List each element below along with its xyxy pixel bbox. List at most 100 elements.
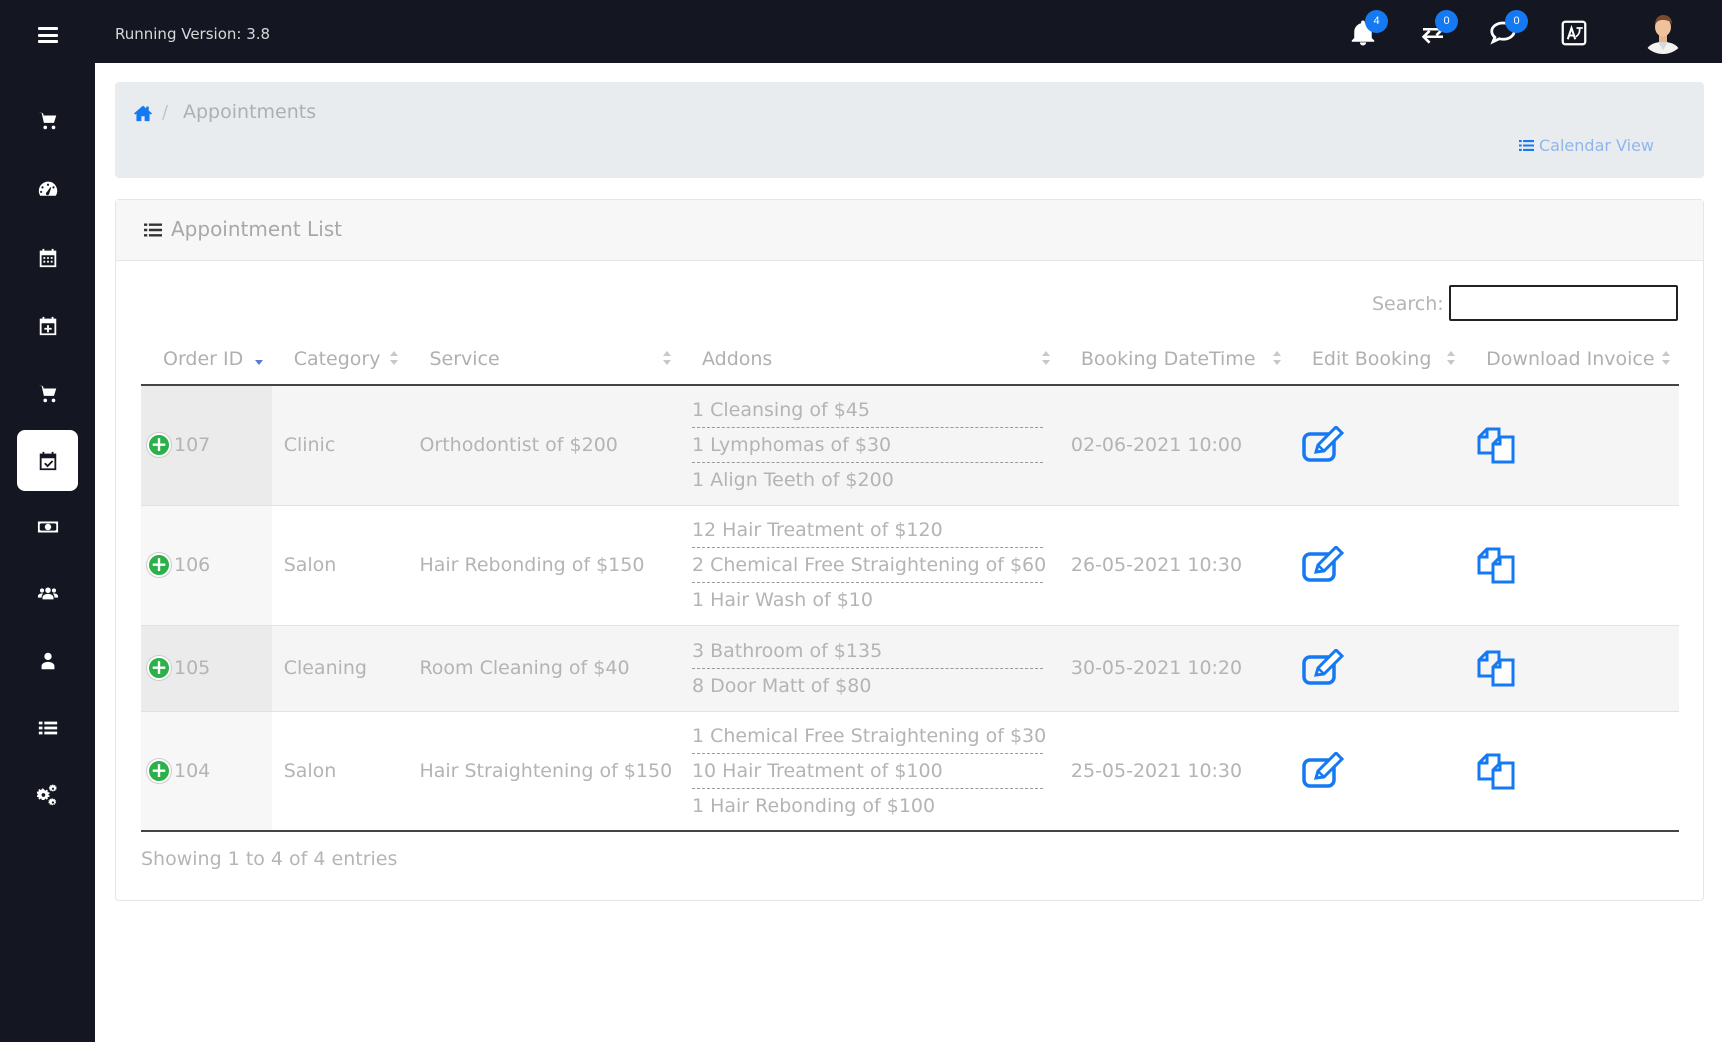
sort-desc-icon [254, 360, 263, 365]
order-id-cell: +105 [141, 625, 272, 712]
addon-item: 1 Cleansing of $45 [691, 393, 1043, 429]
copy-document-icon[interactable] [1476, 426, 1518, 464]
table-header-row: Order ID Category Service Addons Booking… [141, 333, 1679, 386]
user-icon [41, 652, 54, 669]
calendar-plus-icon [39, 316, 56, 335]
sidebar-item-pos-cart[interactable] [17, 90, 78, 151]
menu-toggle-icon[interactable] [38, 27, 58, 43]
order-id: 107 [174, 434, 211, 457]
list-icon [1519, 140, 1534, 151]
addon-item: 1 Lymphomas of $30 [691, 428, 1043, 464]
sidebar-item-payments[interactable] [17, 496, 78, 557]
column-header-category[interactable]: Category [271, 333, 408, 386]
edit-booking-cell [1289, 385, 1465, 506]
column-header-download-invoice[interactable]: Download Invoice [1464, 333, 1679, 386]
column-header-edit-booking[interactable]: Edit Booking [1289, 333, 1465, 386]
edit-booking-cell [1289, 711, 1465, 832]
copy-document-icon[interactable] [1476, 546, 1518, 584]
order-id: 105 [174, 657, 211, 679]
search-label: Search: [1372, 293, 1444, 315]
sort-icon [662, 351, 671, 365]
sidebar-item-list[interactable] [17, 697, 78, 758]
booking-datetime-cell: 02-06-2021 10:00 [1058, 385, 1290, 506]
order-id: 104 [174, 759, 211, 782]
list-icon [38, 721, 57, 734]
addons-cell: 1 Cleansing of $45 1 Lymphomas of $30 1 … [679, 385, 1059, 506]
edit-icon[interactable] [1302, 751, 1344, 790]
category-cell: Cleaning [271, 625, 408, 712]
users-icon [37, 587, 58, 599]
service-cell: Orthodontist of $200 [407, 385, 680, 506]
addon-item: 3 Bathroom of $135 [691, 634, 1043, 669]
sidebar-item-calendar[interactable] [17, 227, 78, 288]
download-invoice-cell [1464, 385, 1679, 506]
user-avatar[interactable] [1640, 8, 1686, 54]
top-bar: Running Version: 3.8 4 0 0 [0, 0, 1722, 63]
addon-item: 1 Chemical Free Straightening of $30 [691, 719, 1046, 754]
cart-icon [38, 385, 56, 402]
column-header-booking-datetime[interactable]: Booking DateTime [1058, 333, 1290, 386]
booking-datetime-cell: 25-05-2021 10:30 [1058, 711, 1290, 832]
copy-document-icon[interactable] [1476, 752, 1518, 790]
expand-row-icon[interactable]: + [147, 758, 171, 783]
transfers-icon[interactable]: 0 [1418, 10, 1458, 52]
download-invoice-cell [1464, 505, 1679, 626]
addon-item: 12 Hair Treatment of $120 [691, 513, 1043, 548]
table-row: +105 Cleaning Room Cleaning of $40 3 Bat… [141, 625, 1679, 712]
dashboard-icon [38, 181, 57, 196]
edit-icon[interactable] [1302, 426, 1344, 464]
sort-icon [1041, 351, 1050, 365]
sidebar-item-dashboard[interactable] [17, 158, 78, 219]
money-icon [37, 521, 58, 532]
addon-item: 2 Chemical Free Straightening of $60 [691, 548, 1046, 583]
order-id-cell: +107 [141, 385, 272, 506]
booking-datetime-cell: 30-05-2021 10:20 [1058, 625, 1290, 712]
cogs-icon [36, 784, 57, 805]
search-input[interactable] [1449, 285, 1678, 321]
sidebar-item-profile[interactable] [17, 630, 78, 691]
sidebar-item-customers[interactable] [17, 562, 78, 623]
addon-item: 1 Hair Rebonding of $100 [691, 794, 936, 817]
category-cell: Salon [271, 711, 408, 832]
category-cell: Salon [271, 505, 408, 626]
edit-icon[interactable] [1302, 649, 1344, 687]
edit-booking-cell [1289, 625, 1465, 712]
breadcrumb-separator: / [162, 102, 169, 123]
sidebar [0, 63, 95, 1042]
sort-icon [1272, 351, 1281, 365]
order-id-cell: +106 [141, 505, 272, 626]
column-header-order-id[interactable]: Order ID [141, 333, 272, 386]
language-translate-icon[interactable] [1559, 18, 1593, 52]
order-id: 106 [174, 554, 211, 576]
edit-icon[interactable] [1302, 546, 1344, 584]
notifications-bell-icon[interactable]: 4 [1348, 10, 1388, 52]
sidebar-item-orders[interactable] [17, 363, 78, 424]
expand-row-icon[interactable]: + [147, 433, 171, 458]
column-header-addons[interactable]: Addons [679, 333, 1059, 386]
sidebar-item-appointments[interactable] [17, 430, 78, 491]
sidebar-item-settings[interactable] [17, 764, 78, 825]
order-id-cell: +104 [141, 711, 272, 832]
messages-icon[interactable]: 0 [1488, 10, 1528, 52]
copy-document-icon[interactable] [1476, 649, 1518, 687]
addons-cell: 1 Chemical Free Straightening of $30 10 … [679, 711, 1059, 832]
column-header-service[interactable]: Service [407, 333, 680, 386]
expand-row-icon[interactable]: + [147, 553, 171, 577]
booking-datetime-cell: 26-05-2021 10:30 [1058, 505, 1290, 626]
sort-icon [390, 351, 399, 365]
sidebar-item-new-appointment[interactable] [17, 295, 78, 356]
addons-cell: 3 Bathroom of $135 8 Door Matt of $80 [679, 625, 1059, 712]
running-version-text: Running Version: 3.8 [115, 25, 271, 43]
addon-item: 8 Door Matt of $80 [691, 674, 872, 697]
appointment-list-card: Appointment List Search: Order ID Catego… [115, 199, 1704, 901]
calendar-view-label: Calendar View [1539, 136, 1654, 155]
table-row: +106 Salon Hair Rebonding of $150 12 Hai… [141, 505, 1679, 626]
service-cell: Hair Rebonding of $150 [407, 505, 680, 626]
download-invoice-cell [1464, 625, 1679, 712]
table-info-text: Showing 1 to 4 of 4 entries [141, 848, 398, 870]
calendar-view-link[interactable]: Calendar View [1518, 136, 1654, 155]
home-icon[interactable] [133, 104, 153, 122]
addon-item: 1 Hair Wash of $10 [691, 589, 873, 611]
expand-row-icon[interactable]: + [147, 656, 171, 680]
appointments-table: Order ID Category Service Addons Booking… [141, 333, 1679, 832]
